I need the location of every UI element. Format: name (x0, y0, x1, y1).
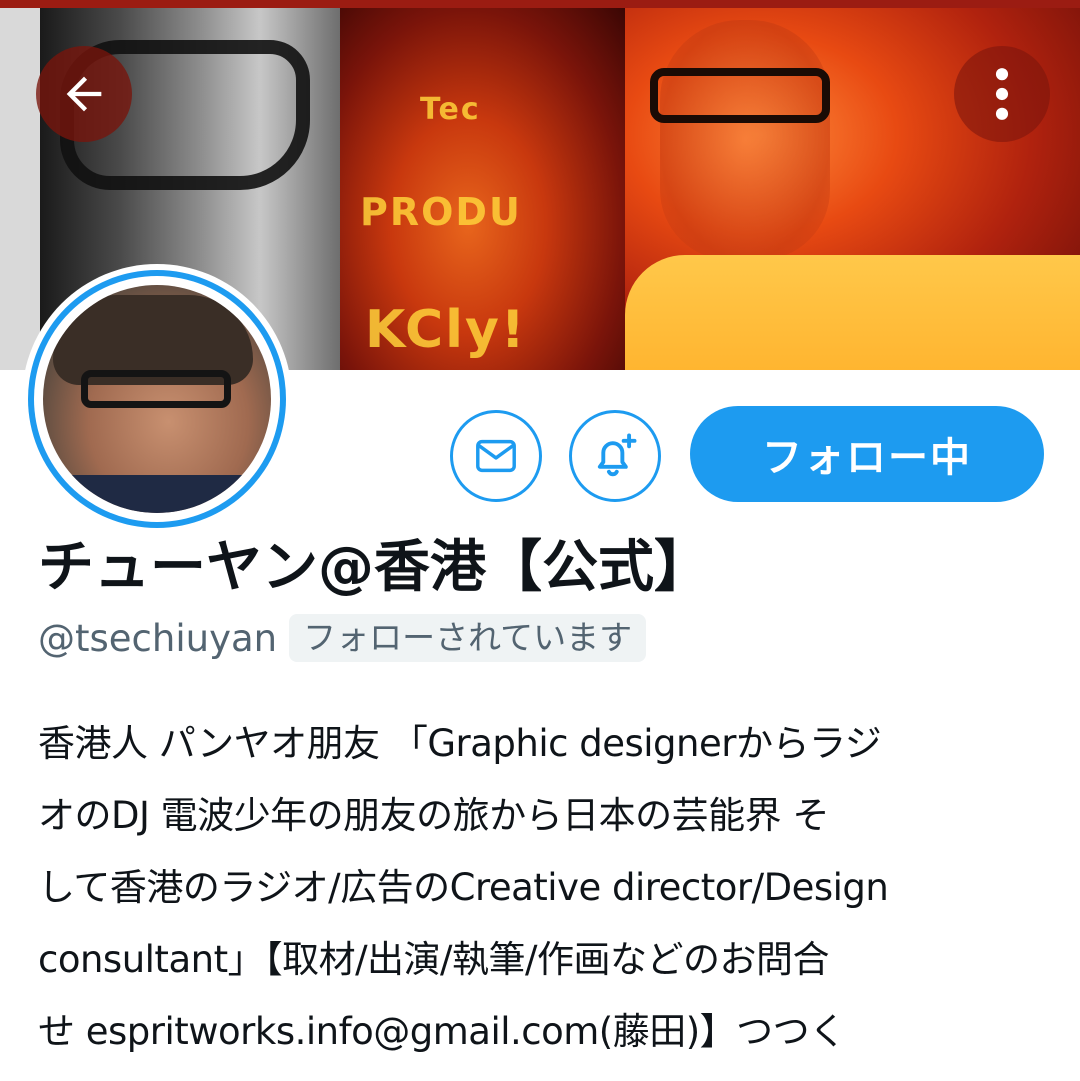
display-name: チューヤン@香港【公式】 (38, 535, 710, 600)
handle-row: @tsechiuyan フォローされています (38, 612, 647, 664)
bio-line: して香港のラジオ/広告のCreative director/Design (38, 866, 889, 909)
banner-text: PRODU (360, 190, 522, 234)
user-handle: @tsechiuyan (38, 616, 278, 660)
bio-line: 香港人 パンヤオ朋友 「Graphic designerからラジ (38, 722, 882, 765)
back-button[interactable] (36, 46, 132, 142)
message-button[interactable] (450, 410, 542, 502)
banner-glasses-graphic (650, 68, 830, 123)
banner-face-graphic (660, 20, 830, 260)
avatar-inner-ring (34, 276, 280, 522)
avatar-border[interactable] (22, 264, 292, 534)
bio-line: オのDJ 電波少年の朋友の旅から日本の芸能界 そ (38, 794, 829, 837)
avatar (43, 285, 271, 513)
avatar-story-ring (28, 270, 286, 528)
banner-text: KCly! (365, 300, 527, 360)
bio-line: せ espritworks.info@gmail.com(藤田)】つつく (38, 1010, 846, 1053)
bell-plus-icon (597, 433, 637, 477)
following-button[interactable]: フォロー中 (690, 406, 1044, 502)
profile-page: Tec PRODU KCly! フォロー中 チューヤン@香港【公式】 @tsec… (0, 0, 1080, 1081)
banner-top-strip (0, 0, 1080, 8)
notifications-button[interactable] (569, 410, 661, 502)
arrow-left-icon (66, 76, 102, 112)
banner-shirt-graphic (625, 255, 1080, 370)
mail-icon (476, 439, 516, 473)
profile-bio: 香港人 パンヤオ朋友 「Graphic designerからラジ オのDJ 電波… (38, 708, 1048, 1068)
more-options-button[interactable] (954, 46, 1050, 142)
avatar-shirt-graphic (43, 475, 271, 513)
avatar-glasses-graphic (81, 370, 231, 408)
bio-line: consultant」【取材/出演/執筆/作画などのお問合 (38, 938, 829, 981)
banner-text: Tec (420, 92, 481, 127)
vertical-dots-icon (995, 68, 1009, 120)
follows-you-badge: フォローされています (289, 614, 647, 662)
